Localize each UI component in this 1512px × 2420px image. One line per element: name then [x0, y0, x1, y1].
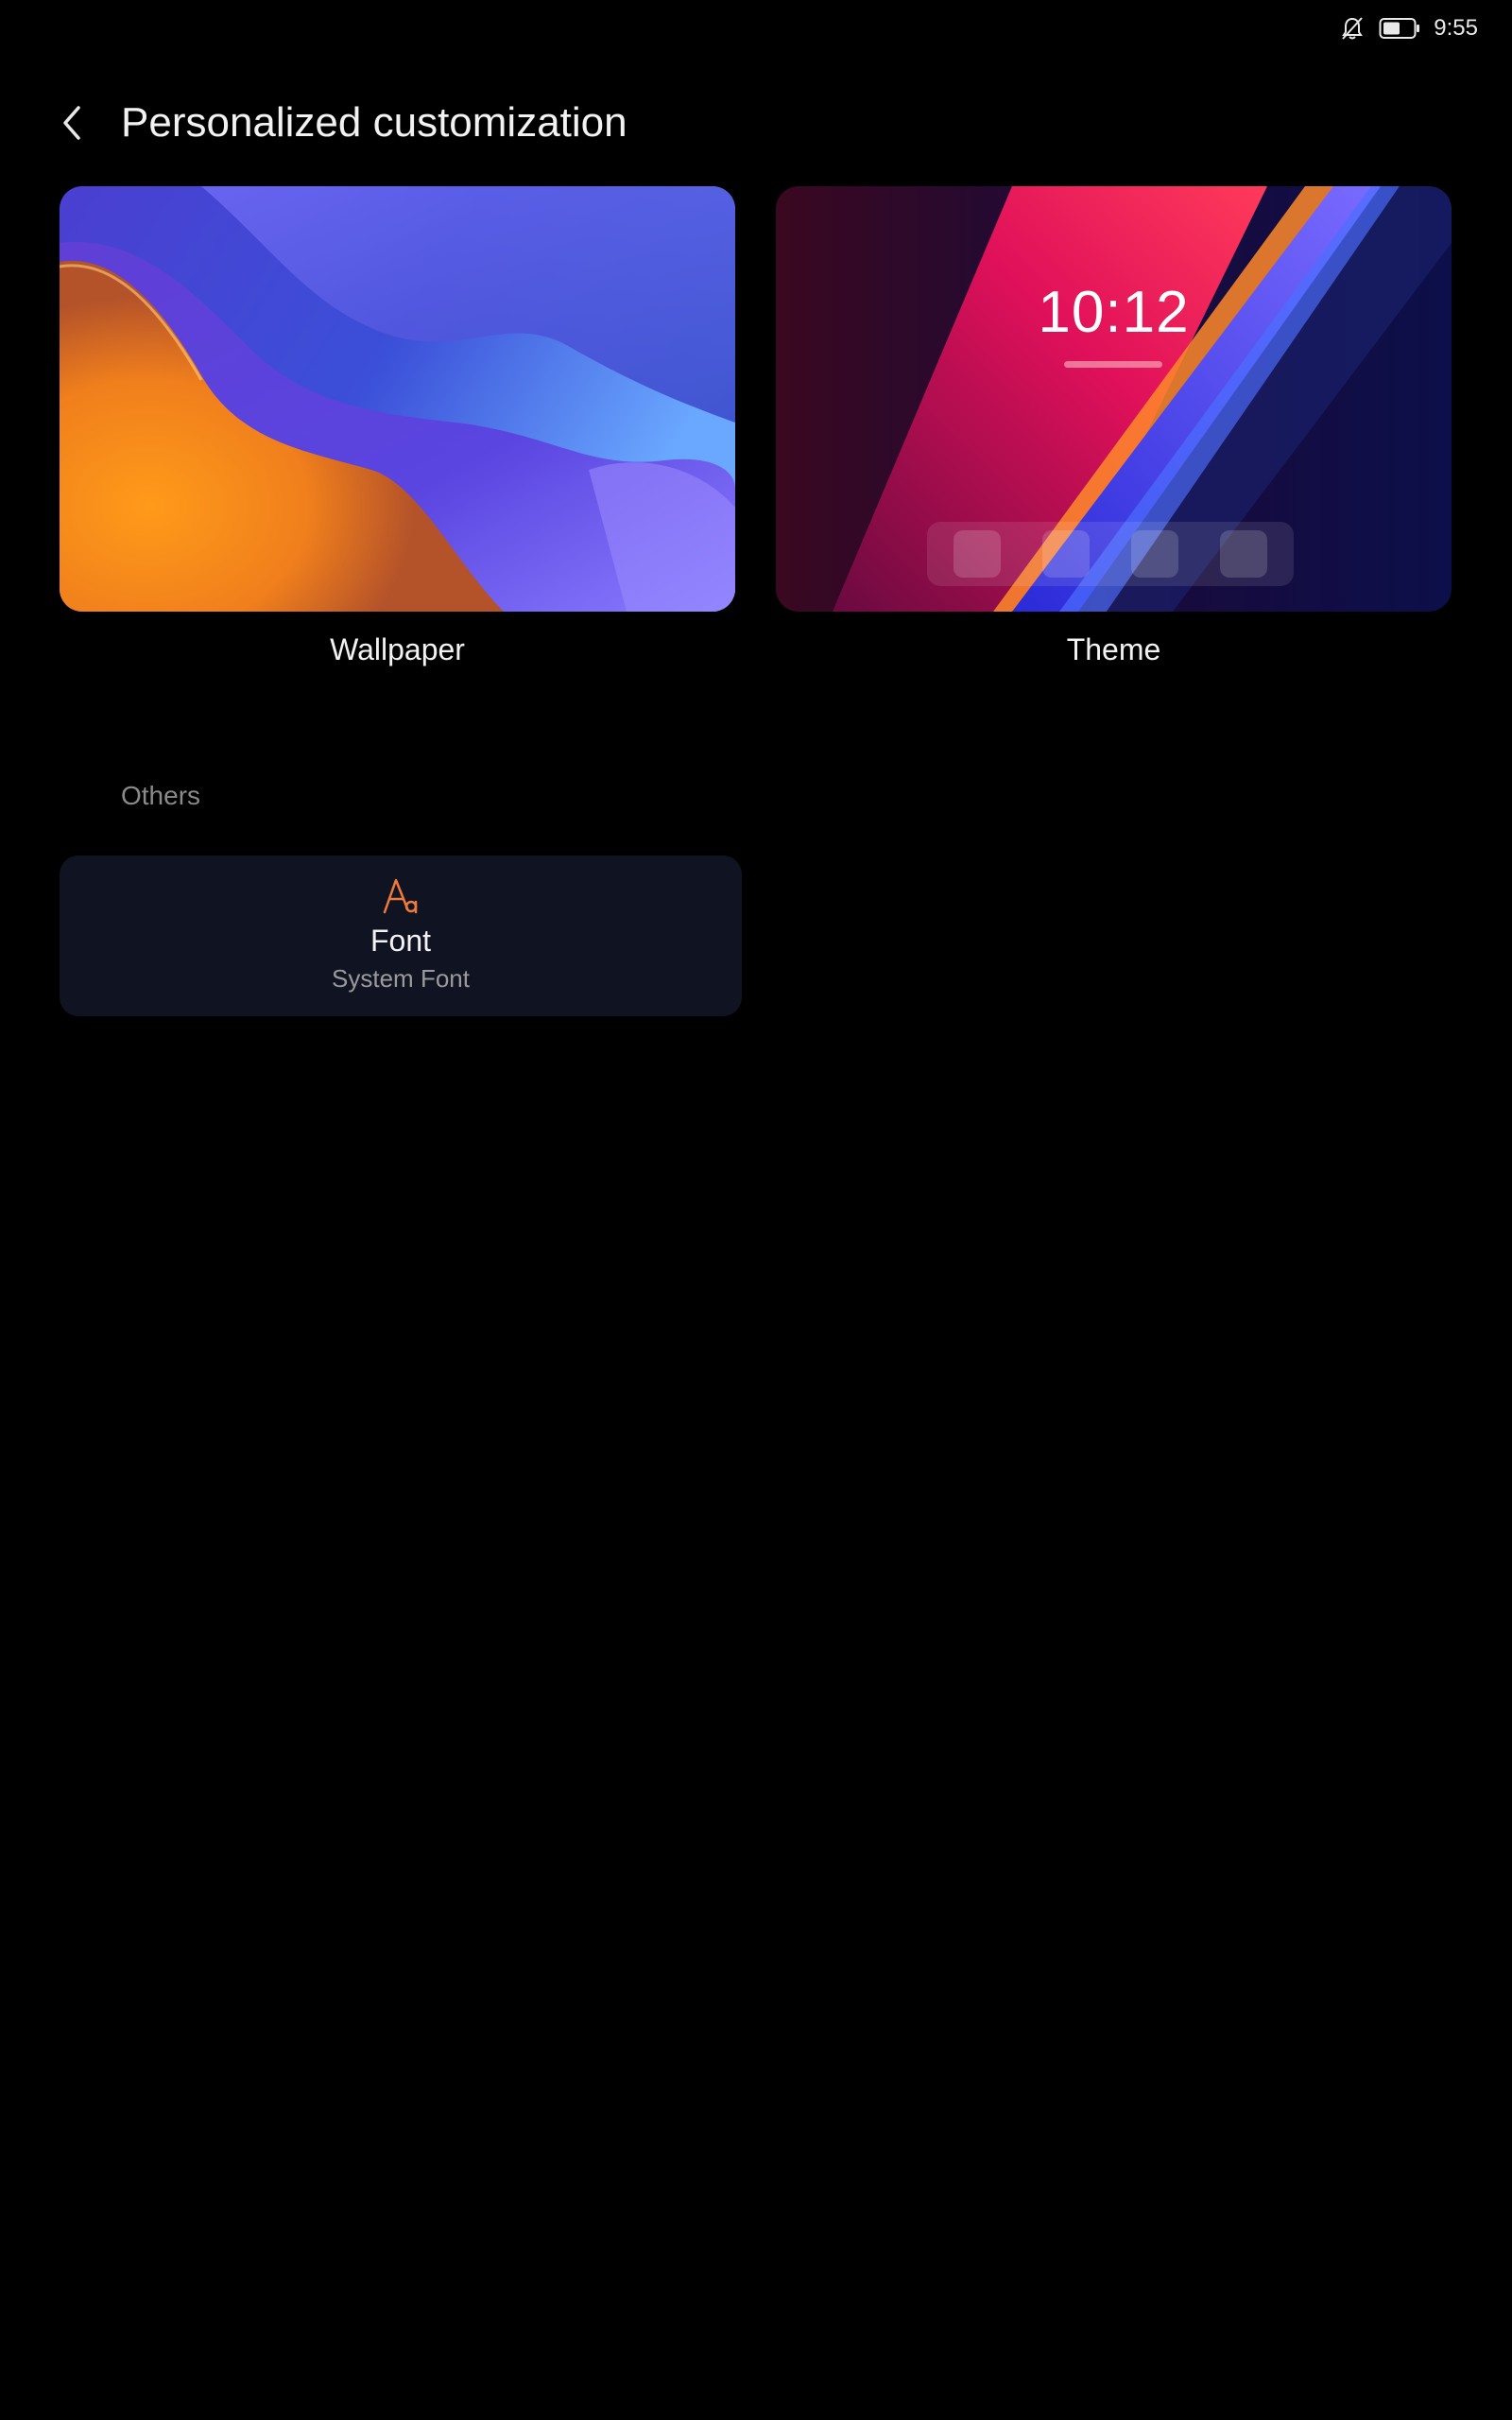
- bell-off-icon: [1342, 17, 1364, 40]
- chevron-left-icon: [63, 106, 80, 140]
- theme-card[interactable]: 10:12 Theme: [776, 186, 1452, 667]
- section-label-others: Others: [121, 781, 201, 810]
- dock-app-slot: [1131, 530, 1178, 578]
- font-icon: [383, 878, 418, 914]
- theme-preview-clock: 10:12: [1038, 280, 1190, 345]
- wallpaper-preview-image: [60, 186, 735, 612]
- theme-preview-unlock-bar: [1064, 361, 1162, 368]
- dock-app-slot: [954, 530, 1001, 578]
- dock-app-slot: [1042, 530, 1090, 578]
- battery-icon: [1379, 18, 1420, 39]
- status-time: 9:55: [1434, 15, 1478, 41]
- theme-preview-dock: [927, 522, 1294, 586]
- header: Personalized customization: [53, 90, 627, 156]
- font-tile[interactable]: Font System Font: [60, 856, 742, 1016]
- page-title: Personalized customization: [121, 99, 627, 146]
- theme-thumbnail[interactable]: 10:12: [776, 186, 1452, 612]
- back-button[interactable]: [53, 95, 91, 151]
- dock-app-slot: [1220, 530, 1267, 578]
- wallpaper-thumbnail[interactable]: [60, 186, 735, 612]
- preview-cards: Wallpaper 10:12 Theme: [60, 186, 1452, 667]
- wallpaper-card[interactable]: Wallpaper: [60, 186, 735, 667]
- wallpaper-label: Wallpaper: [330, 632, 465, 666]
- theme-label: Theme: [1066, 632, 1161, 666]
- status-bar: 9:55: [1339, 0, 1512, 57]
- font-tile-title: Font: [369, 924, 432, 958]
- font-tile-subtitle: System Font: [332, 964, 470, 993]
